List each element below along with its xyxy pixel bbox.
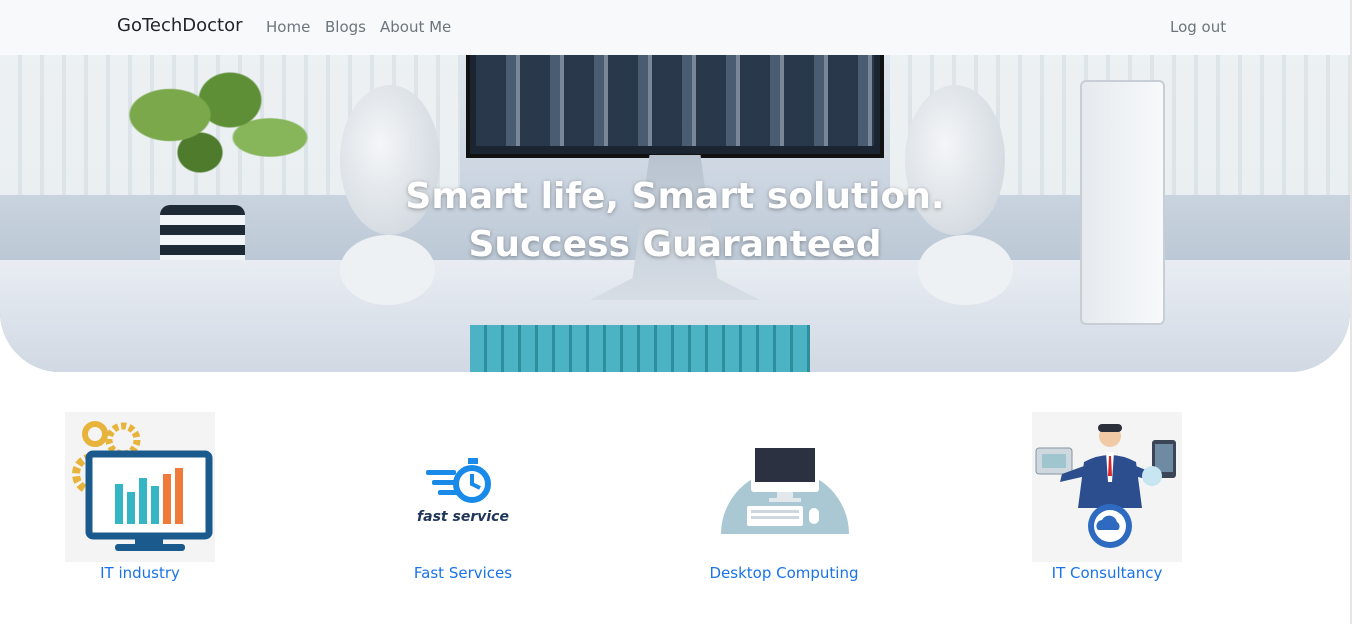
nav-blogs-link[interactable]: Blogs: [325, 18, 366, 36]
it-industry-icon: [65, 412, 215, 562]
service-card-desktop-computing: Desktop Computing: [709, 412, 859, 582]
keyboard-image: [470, 325, 810, 372]
top-navbar: GoTechDoctor Home Blogs About Me Log out: [0, 0, 1352, 55]
service-card-it-industry: IT industry: [65, 412, 215, 582]
brand-link[interactable]: GoTechDoctor: [117, 15, 243, 36]
service-link-fast-services[interactable]: Fast Services: [348, 564, 578, 582]
service-card-it-consultancy: IT Consultancy: [1032, 412, 1182, 582]
service-link-desktop-computing[interactable]: Desktop Computing: [669, 564, 899, 582]
hero-banner: Smart life, Smart solution. Success Guar…: [0, 55, 1350, 372]
monitor-image: [466, 55, 884, 158]
hero-heading-line1: Smart life, Smart solution.: [405, 176, 945, 217]
desktop-computer-icon: [709, 412, 859, 562]
service-link-it-industry[interactable]: IT industry: [25, 564, 255, 582]
hero-heading-line2: Success Guaranteed: [468, 224, 882, 265]
hero-heading: Smart life, Smart solution. Success Guar…: [0, 173, 1350, 269]
consultant-icon: [1032, 412, 1182, 562]
service-card-fast-services: fast service Fast Services: [388, 412, 538, 582]
nav-home-link[interactable]: Home: [266, 18, 310, 36]
fast-service-icon-text: fast service: [417, 509, 509, 525]
fast-service-icon: fast service: [388, 412, 538, 562]
nav-about-link[interactable]: About Me: [380, 18, 451, 36]
service-link-it-consultancy[interactable]: IT Consultancy: [992, 564, 1222, 582]
logout-link[interactable]: Log out: [1170, 18, 1226, 36]
